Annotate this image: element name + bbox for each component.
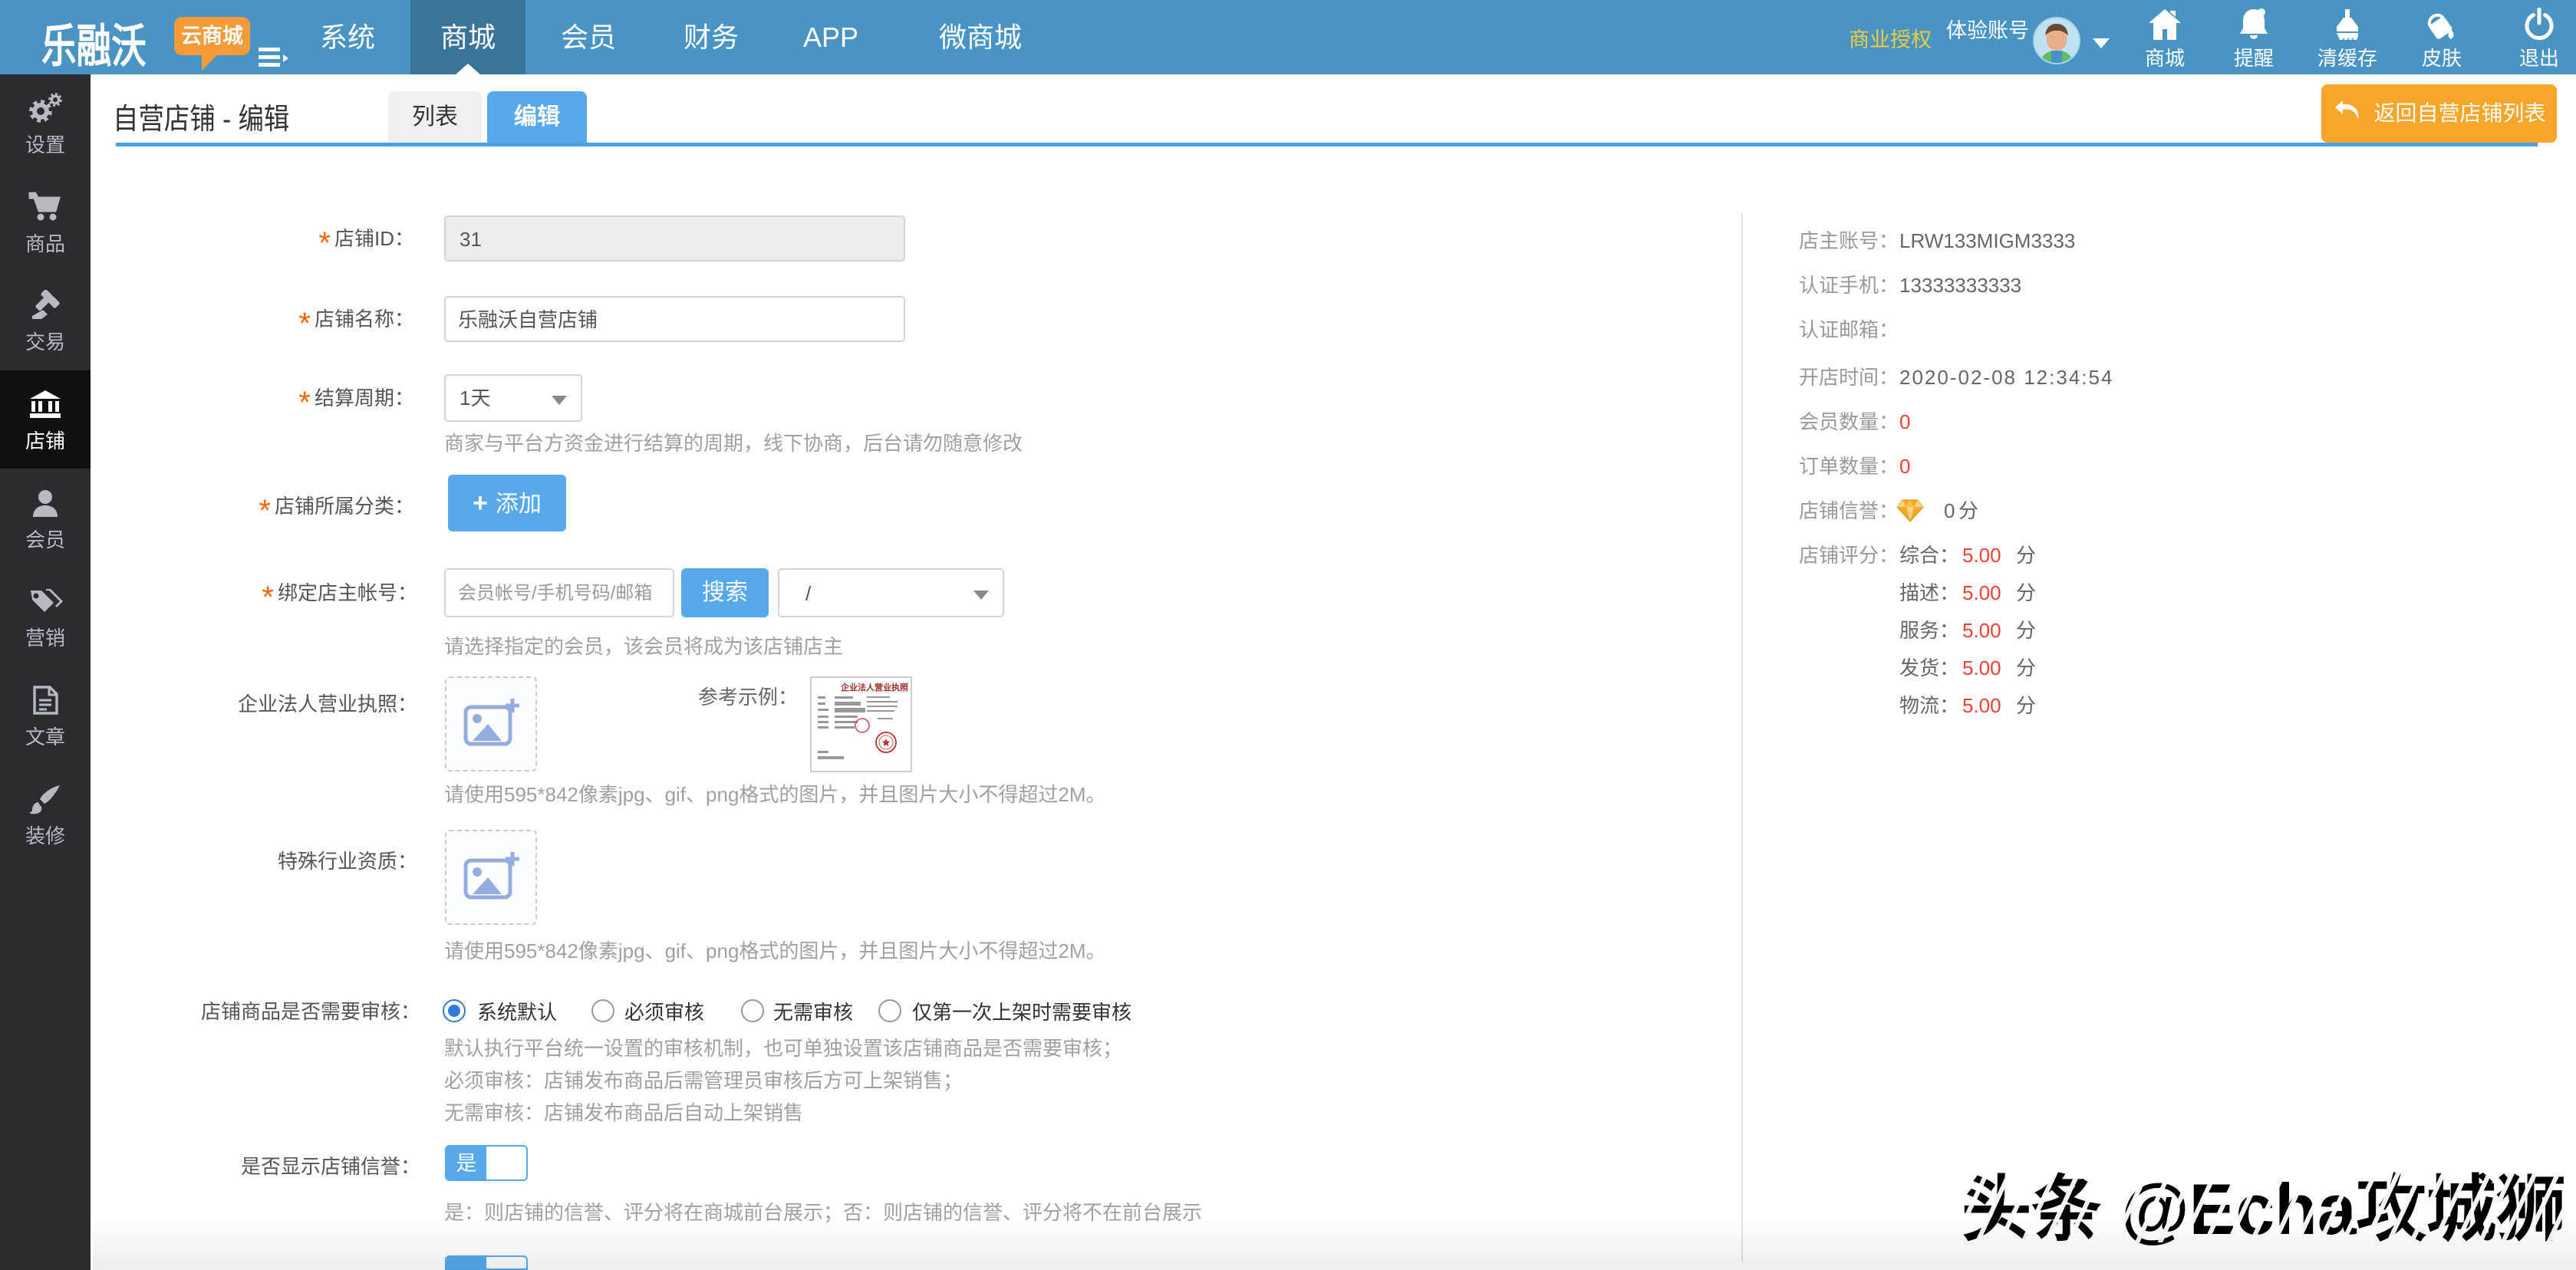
- svg-text:企业法人营业执照: 企业法人营业执照: [840, 682, 908, 693]
